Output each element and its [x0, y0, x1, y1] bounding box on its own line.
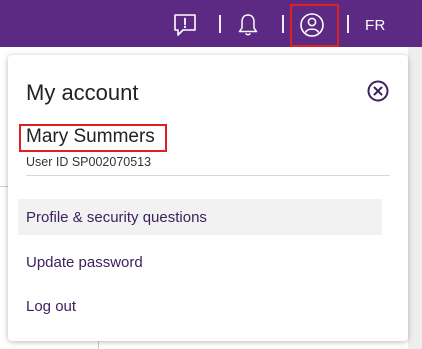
header-separator	[347, 15, 349, 33]
top-navigation-bar: FR	[0, 0, 422, 47]
background-divider	[0, 186, 8, 187]
header-separator	[282, 15, 284, 33]
account-dropdown-panel: My account Mary Summers User ID SP002070…	[8, 55, 408, 341]
close-icon[interactable]	[366, 79, 390, 103]
menu-item-update-password[interactable]: Update password	[18, 244, 382, 280]
menu-item-profile-security[interactable]: Profile & security questions	[18, 199, 382, 235]
header-separator	[219, 15, 221, 33]
language-toggle[interactable]: FR	[365, 17, 386, 34]
feedback-icon[interactable]	[172, 12, 198, 38]
account-button-highlight	[290, 4, 339, 47]
panel-title: My account	[26, 80, 139, 105]
user-id: User ID SP002070513	[26, 155, 152, 169]
user-name-highlight	[19, 124, 167, 152]
bell-icon[interactable]	[235, 12, 261, 38]
panel-divider	[26, 175, 390, 176]
menu-item-log-out[interactable]: Log out	[18, 288, 382, 324]
